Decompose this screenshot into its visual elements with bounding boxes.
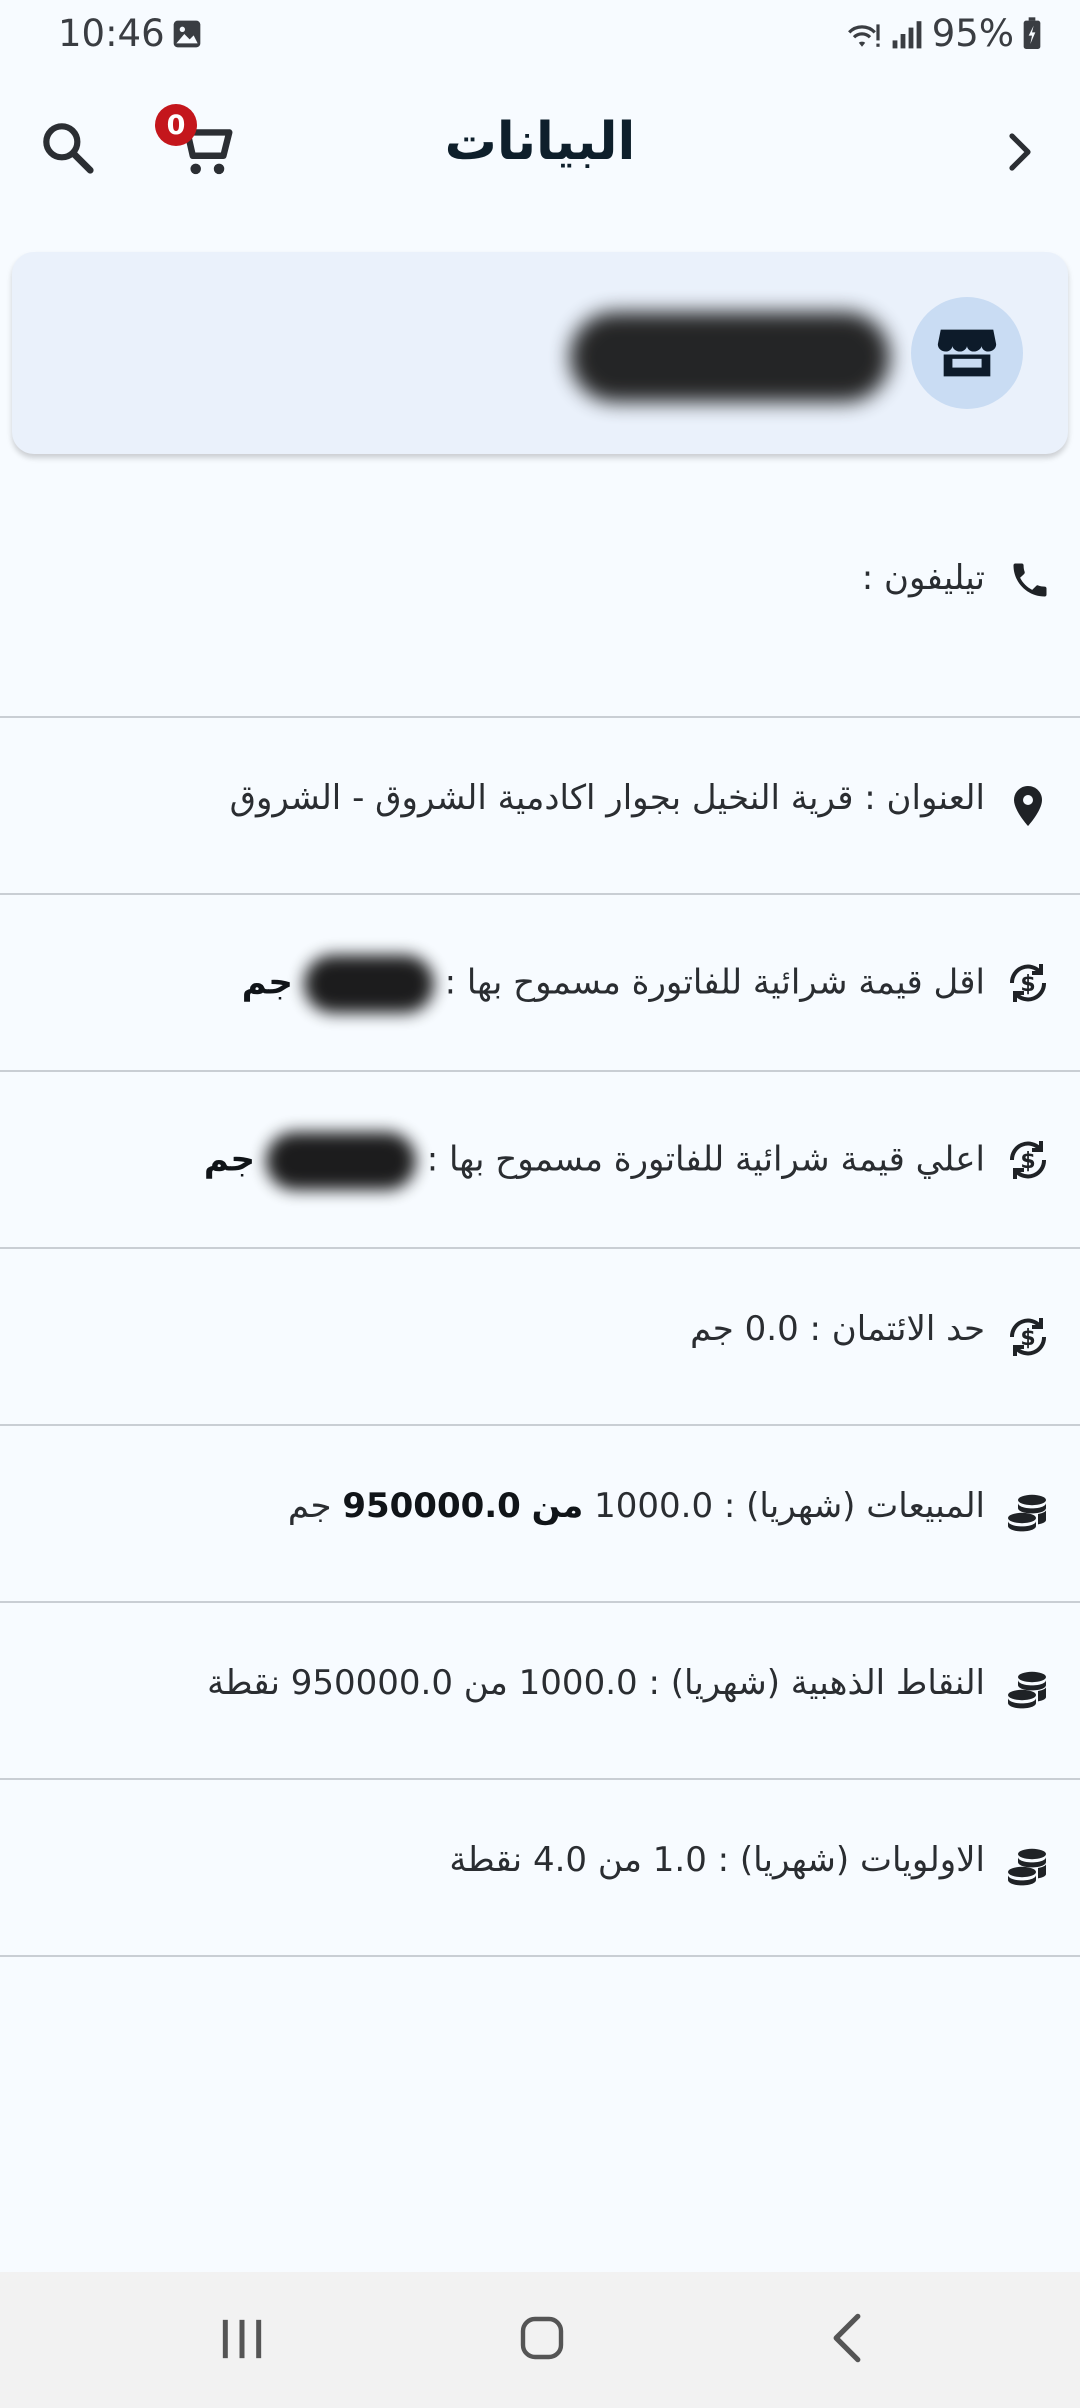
max-invoice-row: $ اعلي قيمة شرائية للفاتورة مسموح بها : … bbox=[0, 1072, 1080, 1249]
sales-unit: جم bbox=[287, 1486, 332, 1526]
credit-limit-value: 0.0 جم bbox=[690, 1309, 799, 1349]
min-invoice-text: اقل قيمة شرائية للفاتورة مسموح بها : جم bbox=[242, 955, 985, 1013]
address-text: العنوان : قرية النخيل بجوار اكادمية الشر… bbox=[230, 778, 985, 818]
credit-limit-text: حد الائتمان : 0.0 جم bbox=[690, 1309, 985, 1349]
currency-exchange-icon: $ bbox=[1009, 964, 1047, 1002]
priorities-text: الاولويات (شهريا) : 1.0 من 4.0 نقطة bbox=[449, 1840, 985, 1880]
store-card[interactable] bbox=[12, 252, 1068, 454]
coins-stack-icon bbox=[1008, 1848, 1046, 1886]
sales-text: المبيعات (شهريا) : 1000.0 من 950000.0 جم bbox=[288, 1486, 985, 1526]
phone-icon bbox=[1013, 563, 1047, 597]
priorities-label: الاولويات (شهريا) : bbox=[717, 1840, 985, 1880]
credit-limit-label: حد الائتمان : bbox=[809, 1309, 985, 1349]
address-row: العنوان : قرية النخيل بجوار اكادمية الشر… bbox=[0, 718, 1080, 895]
min-invoice-label: اقل قيمة شرائية للفاتورة مسموح بها : bbox=[444, 962, 985, 1003]
svg-text:$: $ bbox=[1020, 972, 1035, 997]
store-avatar bbox=[911, 297, 1023, 409]
min-invoice-value-redacted bbox=[303, 955, 434, 1013]
sales-target: 950000.0 bbox=[342, 1486, 521, 1526]
battery-percent: 95% bbox=[931, 12, 1014, 55]
gold-points-row: النقاط الذهبية (شهريا) : 1000.0 من 95000… bbox=[0, 1603, 1080, 1780]
priorities-unit: نقطة bbox=[449, 1840, 523, 1880]
back-icon[interactable] bbox=[828, 2312, 866, 2364]
coins-stack-icon bbox=[1008, 1494, 1046, 1532]
svg-text:$: $ bbox=[1020, 1149, 1035, 1174]
gold-points-label: النقاط الذهبية (شهريا) : bbox=[648, 1663, 985, 1703]
phone-row: تيليفون : bbox=[0, 502, 1080, 718]
svg-text:$: $ bbox=[1020, 1326, 1035, 1351]
gold-points-of: من bbox=[463, 1663, 508, 1703]
location-pin-icon bbox=[1014, 786, 1042, 826]
coins-stack-icon bbox=[1008, 1671, 1046, 1709]
address-value: قرية النخيل بجوار اكادمية الشروق - الشرو… bbox=[229, 778, 854, 818]
page-title: البيانات bbox=[444, 112, 636, 172]
gold-points-unit: نقطة bbox=[207, 1663, 280, 1703]
status-right: 95% bbox=[842, 12, 1042, 55]
info-list: تيليفون : العنوان : قرية النخيل بجوار اك… bbox=[0, 502, 1080, 1957]
status-time: 10:46 bbox=[58, 12, 165, 55]
image-notification-icon bbox=[173, 20, 201, 48]
battery-icon bbox=[1023, 16, 1041, 49]
storefront-icon bbox=[937, 329, 997, 377]
system-nav-bar bbox=[0, 2272, 1080, 2408]
status-bar: 10:46 95% bbox=[0, 0, 1080, 70]
signal-icon bbox=[892, 20, 922, 48]
sales-value: 1000.0 bbox=[594, 1486, 714, 1526]
priorities-of: من bbox=[597, 1840, 642, 1880]
gold-points-text: النقاط الذهبية (شهريا) : 1000.0 من 95000… bbox=[207, 1663, 985, 1703]
phone-label: تيليفون : bbox=[861, 558, 985, 598]
priorities-target: 4.0 bbox=[532, 1840, 588, 1880]
gold-points-target: 950000.0 bbox=[290, 1663, 453, 1703]
currency-exchange-icon: $ bbox=[1009, 1318, 1047, 1356]
priorities-row: الاولويات (شهريا) : 1.0 من 4.0 نقطة bbox=[0, 1780, 1080, 1957]
max-invoice-label: اعلي قيمة شرائية للفاتورة مسموح بها : bbox=[426, 1139, 985, 1180]
priorities-value: 1.0 bbox=[652, 1840, 707, 1880]
min-invoice-row: $ اقل قيمة شرائية للفاتورة مسموح بها : ج… bbox=[0, 895, 1080, 1072]
currency-exchange-icon: $ bbox=[1009, 1141, 1047, 1179]
max-invoice-unit: جم bbox=[203, 1139, 256, 1180]
min-invoice-unit: جم bbox=[241, 962, 293, 1003]
max-invoice-text: اعلي قيمة شرائية للفاتورة مسموح بها : جم bbox=[204, 1132, 985, 1190]
chevron-right-icon[interactable] bbox=[996, 128, 1044, 176]
address-label: العنوان : bbox=[864, 778, 985, 818]
wifi-icon bbox=[847, 23, 880, 47]
recent-apps-icon[interactable] bbox=[216, 2316, 268, 2362]
credit-limit-row: $ حد الائتمان : 0.0 جم bbox=[0, 1249, 1080, 1426]
app-bar: 0 البيانات bbox=[0, 90, 1080, 210]
max-invoice-value-redacted bbox=[265, 1132, 416, 1190]
store-name-redacted bbox=[570, 312, 890, 402]
sales-label: المبيعات (شهريا) : bbox=[723, 1486, 985, 1526]
sales-row: المبيعات (شهريا) : 1000.0 من 950000.0 جم bbox=[0, 1426, 1080, 1603]
home-icon[interactable] bbox=[518, 2312, 566, 2362]
gold-points-value: 1000.0 bbox=[518, 1663, 638, 1703]
sales-of: من bbox=[531, 1486, 584, 1526]
